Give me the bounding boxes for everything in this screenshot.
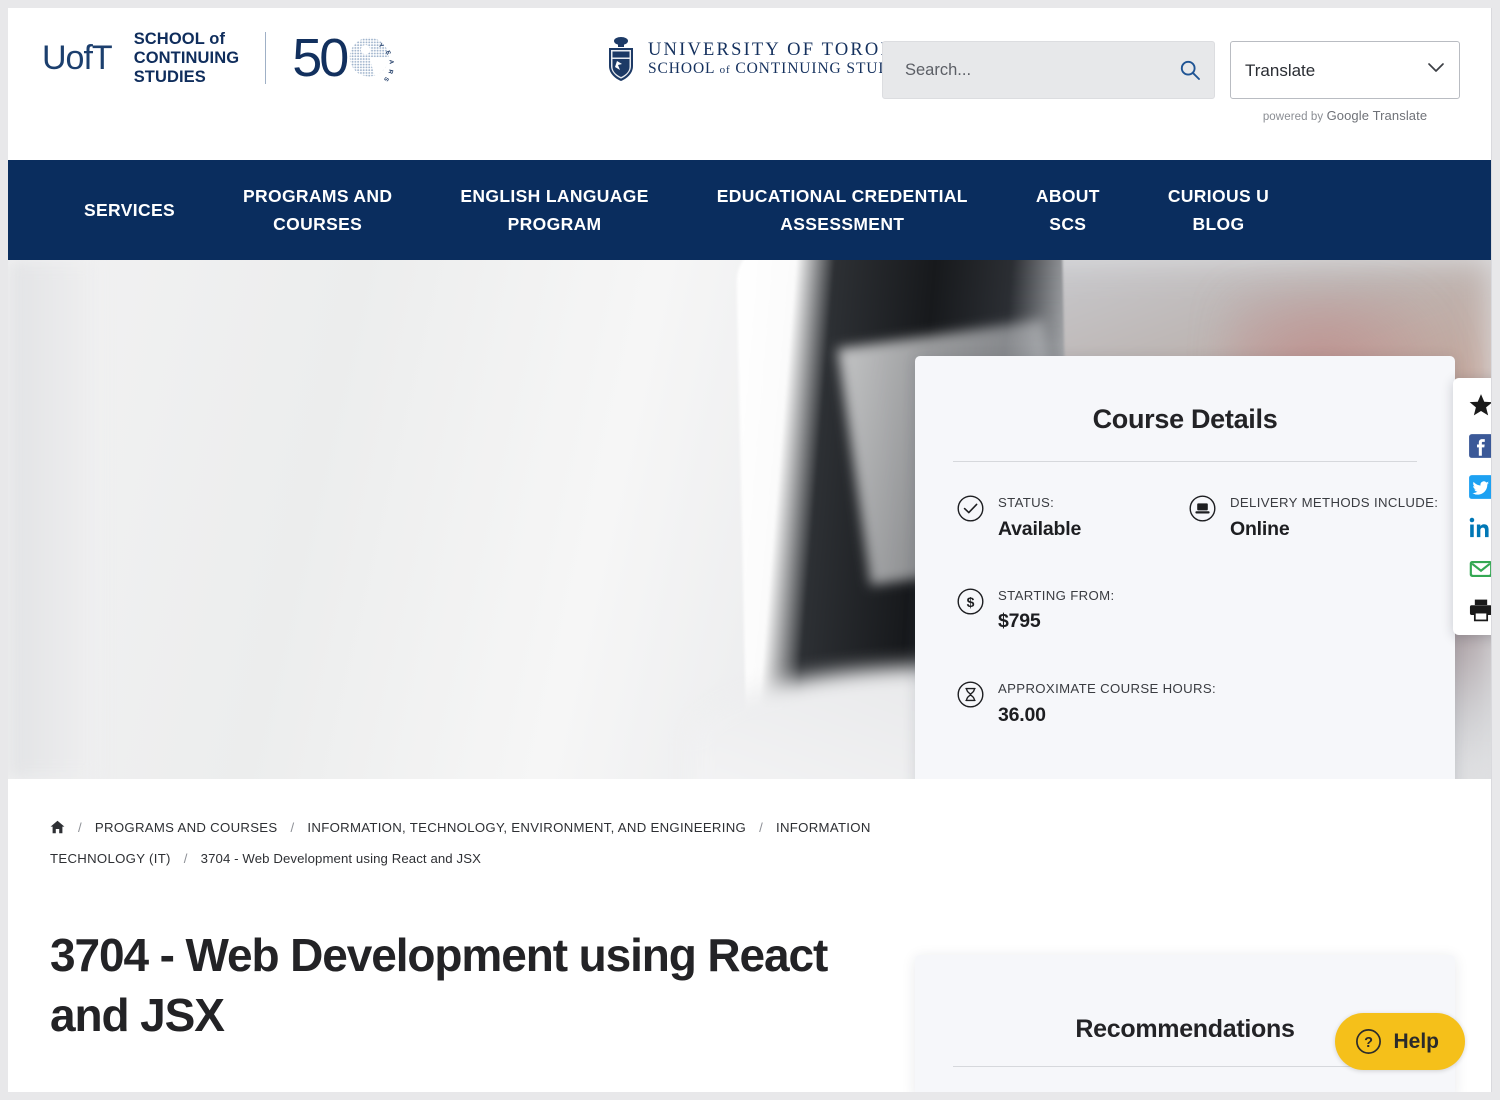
breadcrumb: / PROGRAMS AND COURSES / INFORMATION, TE… [50, 779, 880, 874]
hourglass-circle-icon [957, 681, 984, 713]
google-translate-credit: powered by Google Translate [1230, 108, 1460, 123]
nav-item-programs-and-courses[interactable]: PROGRAMS AND COURSES [243, 182, 392, 239]
detail-status: STATUS: Available [957, 494, 1189, 541]
detail-delivery-label: DELIVERY METHODS INCLUDE: [1230, 495, 1439, 510]
breadcrumb-separator: / [759, 820, 764, 835]
search-icon [1180, 60, 1200, 80]
scs-logo-left[interactable]: UofT SCHOOL of CONTINUING STUDIES 50 Y E… [42, 30, 396, 86]
page-title: 3704 - Web Development using React and J… [50, 929, 828, 1041]
svg-text:$: $ [967, 594, 975, 610]
translate-select[interactable]: Translate [1230, 41, 1460, 99]
check-circle-icon [957, 495, 984, 527]
hero-banner: Course Details STATUS: Available DELIVER… [8, 260, 1491, 779]
logo-divider [265, 32, 267, 85]
search-input[interactable] [883, 60, 1166, 80]
svg-text:?: ? [1365, 1035, 1374, 1051]
detail-status-value: Available [998, 517, 1082, 540]
social-share-rail [1453, 378, 1491, 635]
twitter-icon[interactable] [1468, 474, 1491, 500]
detail-delivery-methods: DELIVERY METHODS INCLUDE: Online [1189, 494, 1439, 541]
svg-text:R: R [387, 69, 394, 75]
gt-credit-brand: Google [1326, 108, 1370, 123]
breadcrumb-item-programs-and-courses[interactable]: PROGRAMS AND COURSES [95, 820, 278, 835]
scs-wordmark-line1: SCHOOL of [133, 30, 226, 48]
svg-text:A: A [388, 60, 394, 65]
question-circle-icon: ? [1356, 1029, 1382, 1054]
dollar-circle-icon: $ [957, 588, 984, 620]
uoft-scs-crest-logo[interactable]: UNIVERSITY OF TORONTO SCHOOL of CONTINUI… [604, 36, 925, 82]
detail-status-label: STATUS: [998, 495, 1055, 510]
facebook-icon[interactable] [1468, 433, 1491, 459]
primary-navigation: SERVICES PROGRAMS AND COURSES ENGLISH LAN… [8, 160, 1491, 260]
course-details-grid: STATUS: Available DELIVERY METHODS INCLU… [915, 462, 1455, 727]
detail-starting-from: $ STARTING FROM: $795 [957, 587, 1455, 634]
detail-course-hours: APPROXIMATE COURSE HOURS: 36.00 [957, 680, 1455, 727]
search-button[interactable] [1166, 42, 1214, 98]
site-header: UofT SCHOOL of CONTINUING STUDIES 50 Y E… [8, 8, 1491, 160]
recommendations-divider [953, 1066, 1417, 1067]
linkedin-icon[interactable] [1468, 515, 1491, 541]
detail-delivery-value: Online [1230, 517, 1290, 540]
breadcrumb-item-information-technology-environment-engineering[interactable]: INFORMATION, TECHNOLOGY, ENVIRONMENT, AN… [307, 820, 746, 835]
help-widget[interactable]: ? Help [1335, 1013, 1465, 1070]
course-details-card: Course Details STATUS: Available DELIVER… [915, 356, 1455, 779]
breadcrumb-separator: / [77, 820, 82, 835]
search-box[interactable] [882, 41, 1215, 99]
browser-page: UofT SCHOOL of CONTINUING STUDIES 50 Y E… [8, 8, 1492, 1092]
breadcrumb-separator: / [183, 851, 188, 867]
nav-item-services[interactable]: SERVICES [84, 196, 175, 224]
breadcrumb-current: 3704 - Web Development using React and J… [200, 851, 481, 867]
detail-price-label: STARTING FROM: [998, 587, 1115, 603]
nav-item-educational-credential-assessment[interactable]: EDUCATIONAL CREDENTIAL ASSESSMENT [717, 182, 968, 239]
anniversary-number: 50 [292, 28, 349, 89]
nav-item-about-scs[interactable]: ABOUT SCS [1036, 182, 1100, 239]
favorite-star-icon[interactable] [1468, 392, 1491, 418]
print-icon[interactable] [1468, 597, 1491, 623]
anniversary-globe-icon: Y E A R S [349, 37, 394, 83]
breadcrumb-separator: / [290, 820, 295, 835]
detail-hours-value: 36.00 [998, 704, 1046, 727]
course-details-title: Course Details [1092, 404, 1278, 434]
svg-text:S: S [382, 76, 389, 83]
detail-hours-label: APPROXIMATE COURSE HOURS: [998, 681, 1217, 697]
uoft-wordmark: UofT [42, 39, 113, 78]
scs-wordmark-line2: CONTINUING [133, 48, 240, 67]
scs-wordmark: SCHOOL of CONTINUING STUDIES [134, 30, 240, 86]
nav-item-english-language-program[interactable]: ENGLISH LANGUAGE PROGRAM [460, 182, 648, 239]
email-icon[interactable] [1468, 556, 1491, 582]
gt-credit-prefix: powered by [1262, 111, 1327, 123]
nav-item-curious-u-blog[interactable]: CURIOUS U BLOG [1168, 182, 1269, 239]
laptop-circle-icon [1189, 495, 1216, 527]
50-years-logo: 50 Y E A R S [292, 31, 396, 85]
scs-wordmark-line3: STUDIES [133, 67, 206, 86]
gt-credit-suffix: Translate [1369, 108, 1428, 123]
detail-price-value: $795 [998, 610, 1041, 633]
help-label: Help [1393, 1029, 1439, 1053]
home-icon[interactable] [50, 820, 65, 834]
uoft-crest-icon [609, 37, 633, 81]
